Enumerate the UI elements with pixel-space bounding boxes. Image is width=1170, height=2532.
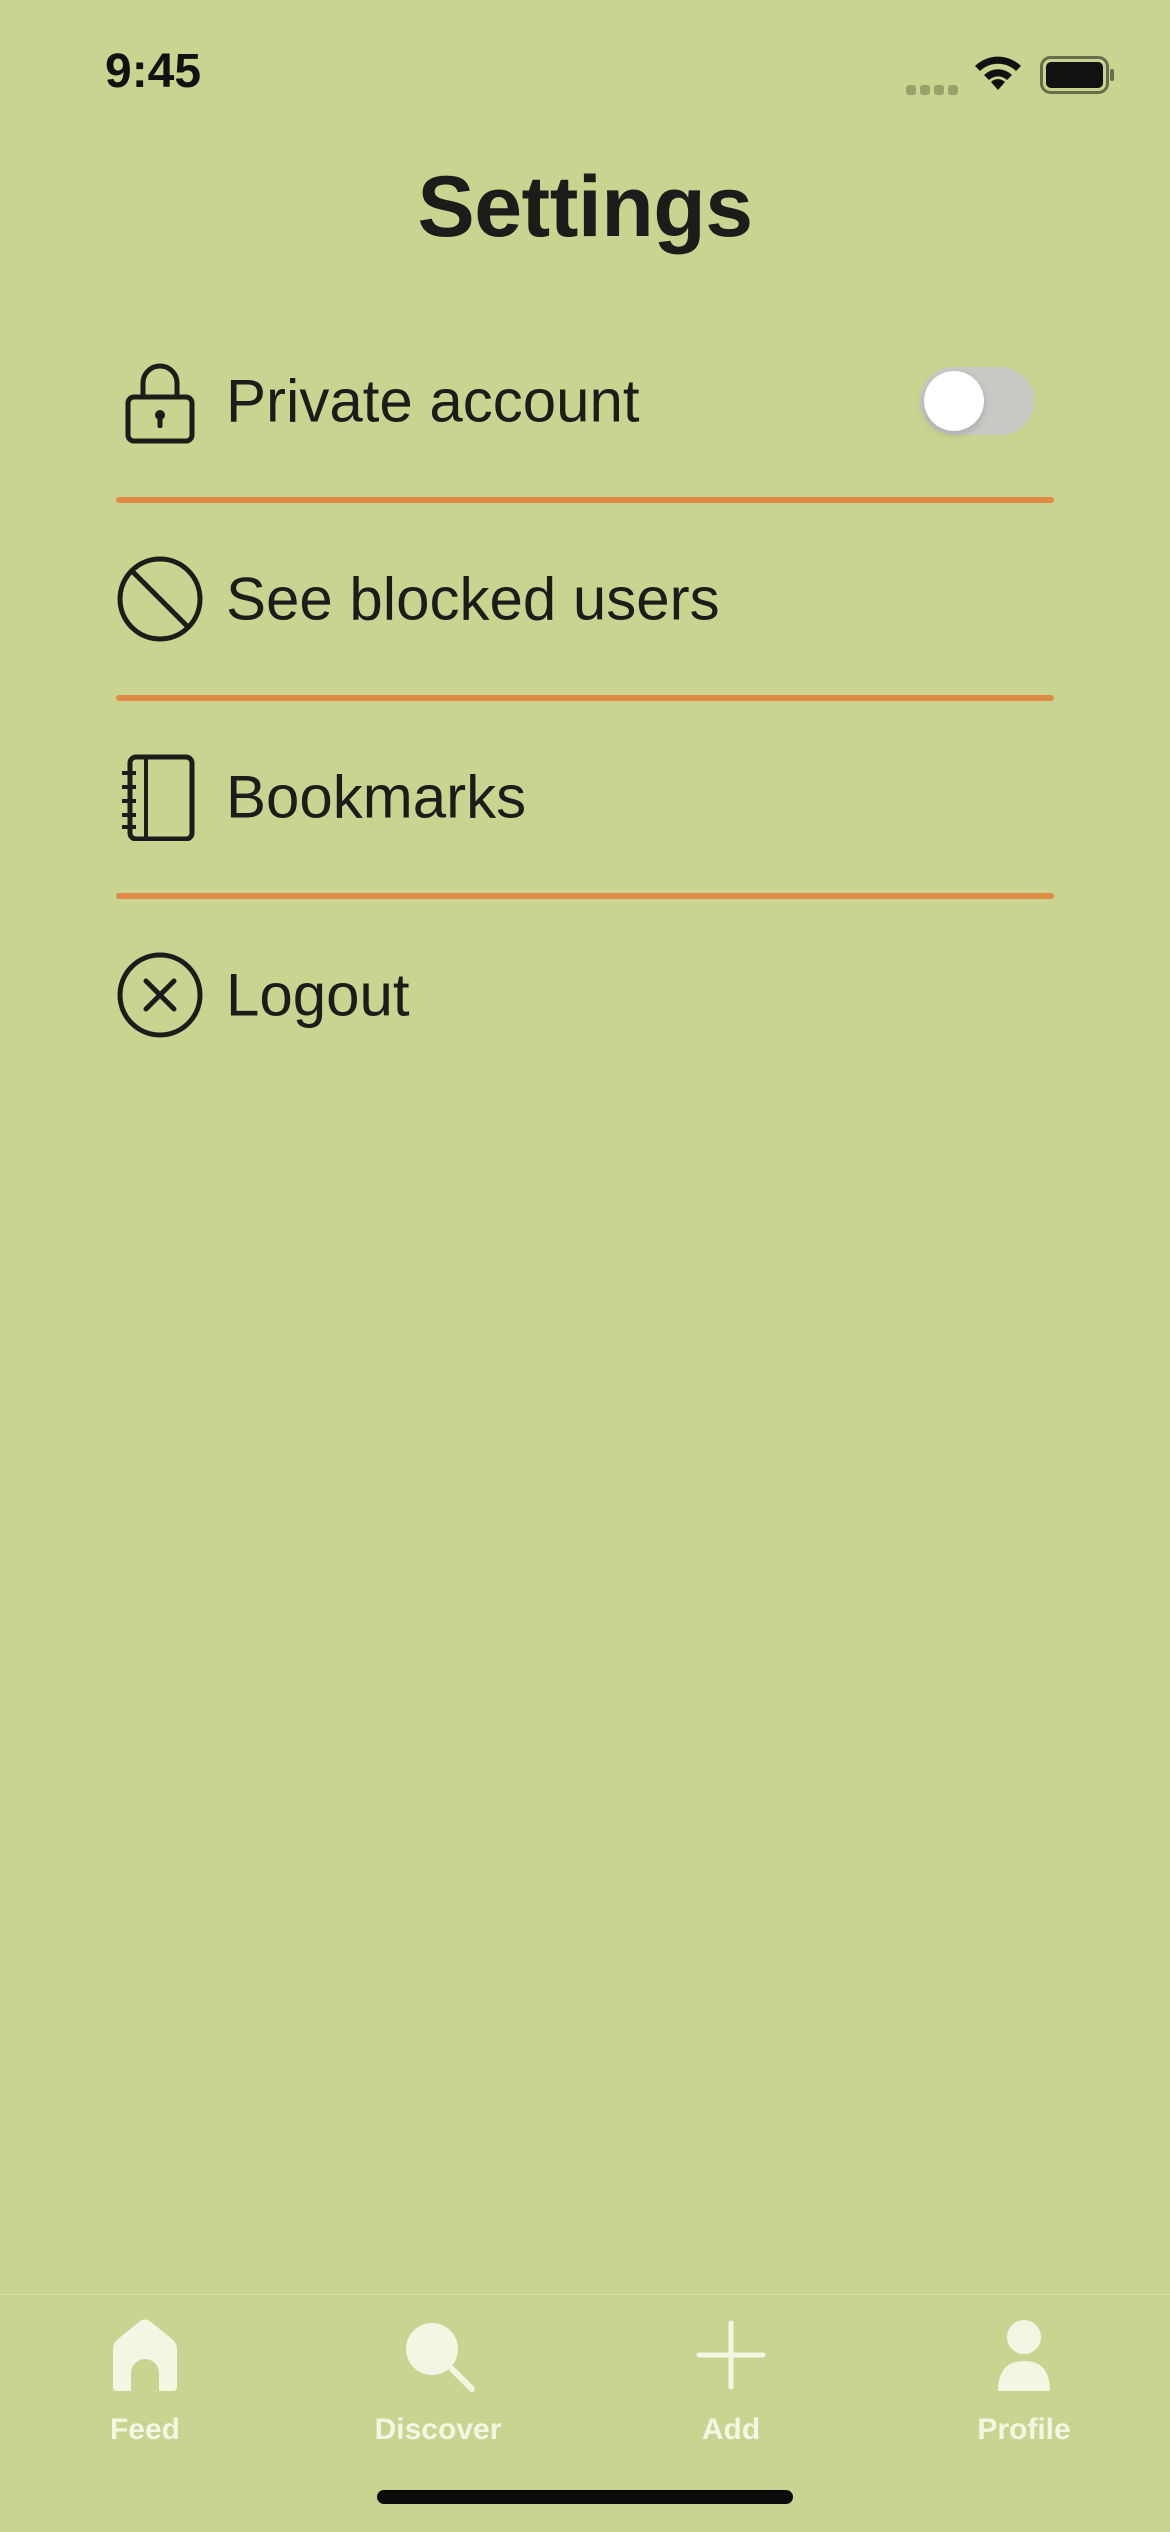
private-account-toggle[interactable] xyxy=(920,367,1034,435)
wifi-icon xyxy=(972,52,1024,97)
bookmarks-row[interactable]: Bookmarks xyxy=(116,701,1054,893)
tab-profile[interactable]: Profile xyxy=(924,2315,1124,2465)
logout-row[interactable]: Logout xyxy=(116,899,1054,1091)
home-indicator[interactable] xyxy=(377,2490,793,2504)
status-bar: 9:45 xyxy=(0,0,1170,140)
plus-icon xyxy=(691,2315,771,2395)
blocked-users-label: See blocked users xyxy=(226,565,720,633)
close-circle-icon xyxy=(116,951,204,1039)
settings-screen: 9:45 Settings Private account See blocke… xyxy=(0,0,1170,2532)
tab-discover[interactable]: Discover xyxy=(338,2315,538,2465)
search-icon xyxy=(398,2315,478,2395)
person-icon xyxy=(984,2315,1064,2395)
blocked-icon xyxy=(116,555,204,643)
logout-label: Logout xyxy=(226,961,410,1029)
tab-add-label: Add xyxy=(701,2413,761,2446)
tab-profile-label: Profile xyxy=(977,2413,1071,2446)
lock-icon xyxy=(116,357,204,445)
blocked-users-row[interactable]: See blocked users xyxy=(116,503,1054,695)
cellular-signal-icon xyxy=(906,82,960,100)
tab-feed-label: Feed xyxy=(109,2413,181,2446)
tab-discover-label: Discover xyxy=(374,2413,502,2446)
notebook-icon xyxy=(116,753,204,841)
private-account-label: Private account xyxy=(226,367,640,435)
tab-add[interactable]: Add xyxy=(631,2315,831,2465)
tab-feed[interactable]: Feed xyxy=(45,2315,245,2465)
bookmarks-label: Bookmarks xyxy=(226,763,527,831)
private-account-row[interactable]: Private account xyxy=(116,305,1054,497)
page-title: Settings xyxy=(417,159,753,255)
home-icon xyxy=(105,2315,185,2395)
toggle-knob xyxy=(924,371,984,431)
battery-icon xyxy=(1040,56,1116,99)
status-time: 9:45 xyxy=(105,45,202,98)
settings-list: Private account See blocked users Bookma… xyxy=(116,305,1054,1091)
